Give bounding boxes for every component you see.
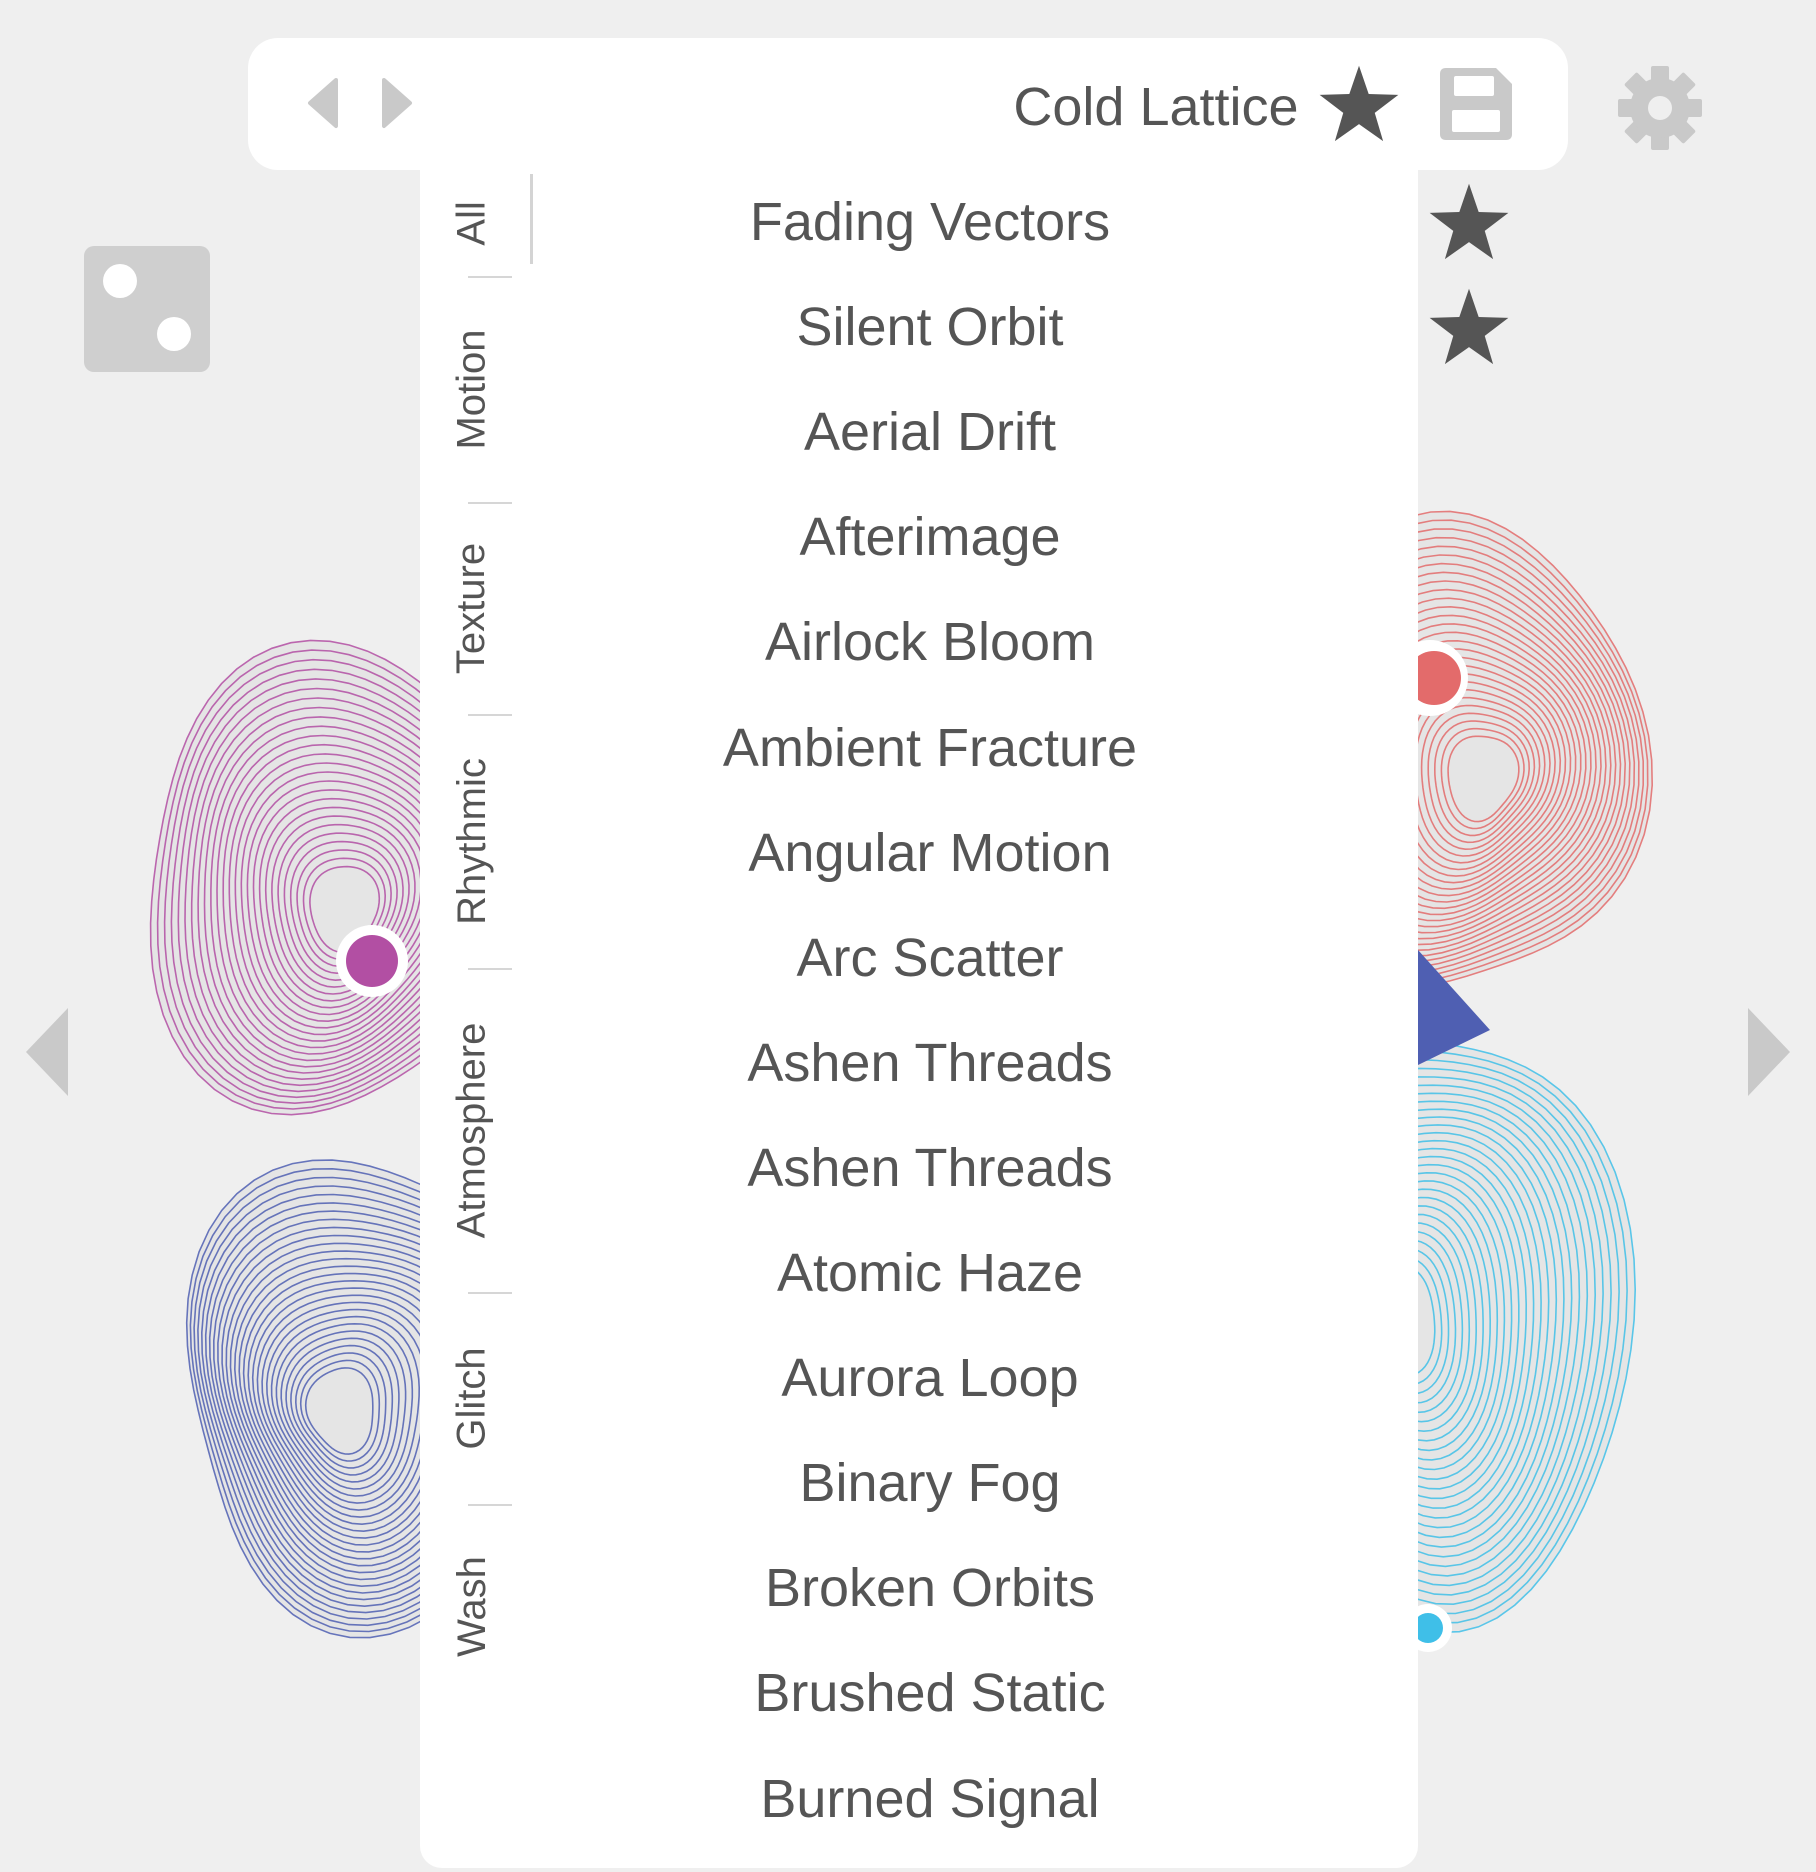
category-tab-atmosphere[interactable]: Atmosphere	[436, 970, 508, 1290]
preset-label: Ambient Fracture	[722, 717, 1138, 778]
preset-label: Ashen Threads	[747, 1032, 1113, 1093]
preset-dropdown: All Motion Texture Rhythmic Atmosphere G…	[420, 170, 1509, 1868]
next-preset-icon[interactable]	[380, 76, 416, 130]
preset-row[interactable]: Ambient Fracture	[530, 696, 1418, 801]
preset-row[interactable]: Aurora Loop	[530, 1326, 1418, 1431]
preset-label: Arc Scatter	[796, 927, 1064, 988]
top-toolbar: Cold Lattice	[248, 38, 1568, 170]
preset-row[interactable]: Brushed Static	[530, 1641, 1418, 1746]
category-tab-wash[interactable]: Wash	[436, 1506, 508, 1706]
preset-row[interactable]: Atomic Haze	[530, 1221, 1418, 1326]
preset-label: Airlock Bloom	[764, 612, 1096, 673]
preset-label: Afterimage	[799, 507, 1061, 568]
preset-row[interactable]: Silent Orbit	[530, 275, 1509, 380]
preset-label: Binary Fog	[799, 1453, 1061, 1514]
preset-row[interactable]: Aerial Drift	[530, 380, 1418, 485]
dice-icon[interactable]	[84, 246, 210, 372]
preset-label: Fading Vectors	[749, 192, 1111, 252]
preset-row[interactable]: Ashen Threads	[530, 1011, 1418, 1116]
favorite-star-icon[interactable]	[1318, 64, 1400, 142]
preset-row[interactable]: Airlock Bloom	[530, 590, 1418, 695]
preset-row[interactable]: Burned Signal	[530, 1747, 1418, 1852]
settings-gear-icon[interactable]	[1616, 64, 1704, 152]
category-tab-all[interactable]: All	[436, 170, 508, 276]
favorite-star-icon[interactable]	[1428, 182, 1510, 260]
favorite-star-icon[interactable]	[1428, 287, 1510, 365]
dice-pip-2	[157, 317, 191, 351]
preset-label: Brushed Static	[754, 1663, 1106, 1724]
category-tab-motion[interactable]: Motion	[436, 278, 508, 500]
next-scene-icon[interactable]	[1748, 1008, 1790, 1096]
preset-label: Silent Orbit	[796, 297, 1064, 358]
category-tab-texture[interactable]: Texture	[436, 504, 508, 712]
preset-row[interactable]: Ashen Threads	[530, 1116, 1418, 1221]
category-tabs: All Motion Texture Rhythmic Atmosphere G…	[420, 170, 533, 1868]
preset-label: Angular Motion	[748, 822, 1112, 883]
preset-label: Aurora Loop	[781, 1348, 1079, 1409]
preset-row[interactable]: Binary Fog	[530, 1431, 1418, 1536]
preset-label: Ashen Threads	[747, 1137, 1113, 1198]
previous-scene-icon[interactable]	[26, 1008, 68, 1096]
dice-pip-1	[103, 264, 137, 298]
preset-label: Broken Orbits	[764, 1558, 1096, 1619]
preset-row[interactable]: Fading Vectors	[530, 170, 1509, 275]
preset-label: Burned Signal	[760, 1768, 1100, 1829]
previous-preset-icon[interactable]	[304, 76, 340, 130]
preset-row[interactable]: Afterimage	[530, 485, 1418, 590]
control-point-magenta-dot	[346, 935, 398, 987]
preset-label: Aerial Drift	[803, 402, 1057, 463]
save-icon[interactable]	[1438, 66, 1514, 142]
preset-label: Atomic Haze	[776, 1243, 1084, 1303]
preset-row[interactable]: Arc Scatter	[530, 906, 1418, 1011]
category-tab-glitch[interactable]: Glitch	[436, 1294, 508, 1502]
preset-row[interactable]: Broken Orbits	[530, 1536, 1418, 1641]
preset-row[interactable]: Angular Motion	[530, 801, 1418, 906]
category-tab-rhythmic[interactable]: Rhythmic	[436, 716, 508, 966]
